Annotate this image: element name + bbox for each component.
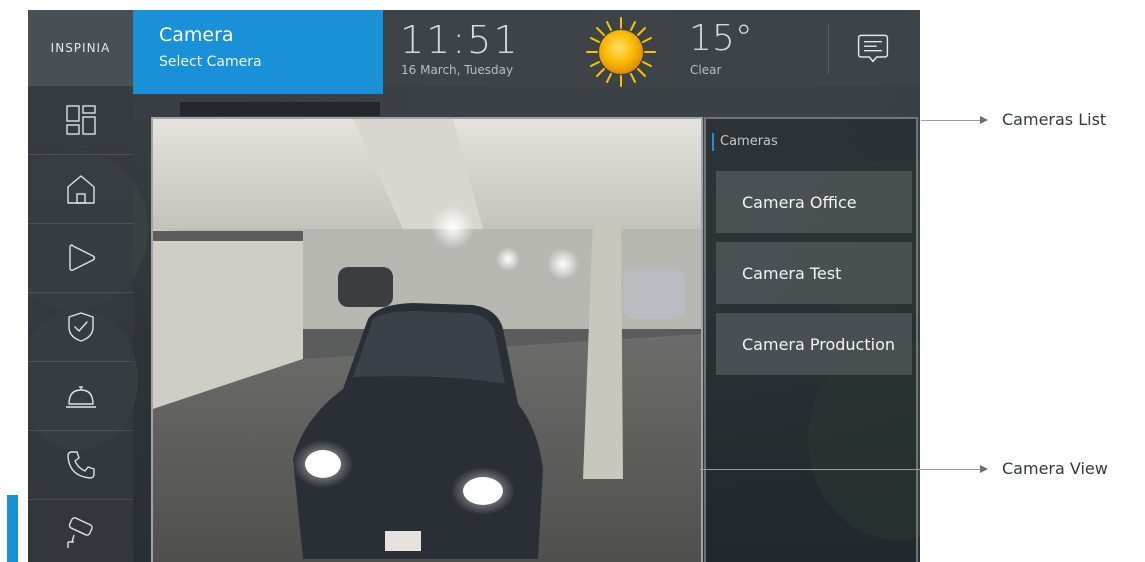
annotation-line-camera-view [700, 469, 981, 470]
page-title-tile: Camera Select Camera [133, 10, 383, 94]
shield-check-icon [67, 312, 94, 342]
sidebar-item-phone[interactable] [28, 430, 133, 499]
home-icon [66, 175, 95, 204]
camera-view[interactable] [151, 117, 703, 562]
sidebar-item-home[interactable] [28, 154, 133, 223]
active-nav-indicator [7, 495, 18, 562]
logo-text: INSPINIA [50, 40, 111, 55]
camera-list-item[interactable]: Camera Production [716, 313, 912, 375]
header: Camera Select Camera 11:51 16 March, Tue… [133, 10, 920, 94]
annotation-line-cameras-list [921, 120, 981, 121]
clock-time: 11:51 [400, 18, 520, 62]
temperature: 15° [689, 18, 753, 59]
messages-button[interactable] [853, 28, 893, 68]
cameras-list-panel: Cameras Camera Office Camera Test Camera… [704, 117, 918, 562]
weather-description: Clear [690, 63, 722, 77]
sidebar-item-security[interactable] [28, 292, 133, 361]
cameras-list-title: Cameras [712, 133, 778, 151]
play-icon [68, 244, 95, 271]
dashboard-icon [65, 105, 96, 135]
page-subtitle: Select Camera [159, 54, 262, 70]
sidebar-item-dashboard[interactable] [28, 85, 133, 154]
sidebar-item-camera[interactable] [28, 499, 133, 562]
message-icon [857, 34, 889, 63]
page-title: Camera [159, 24, 234, 46]
camera-icon [66, 516, 93, 548]
annotation-arrow-camera-view [980, 465, 988, 473]
annotation-cameras-list: Cameras List [1002, 110, 1107, 129]
annotation-camera-view: Camera View [1002, 459, 1108, 478]
camera-tab-shadow [180, 102, 380, 116]
camera-feed [153, 119, 701, 562]
camera-list-item[interactable]: Camera Office [716, 171, 912, 233]
sidebar-item-play[interactable] [28, 223, 133, 292]
annotation-arrow-cameras-list [980, 116, 988, 124]
phone-icon [66, 451, 95, 479]
sun-icon [586, 17, 656, 87]
header-divider [828, 24, 829, 74]
clock-date: 16 March, Tuesday [401, 63, 514, 77]
app-frame: INSPINIA Camera Select Camera 11:51 16 M… [28, 10, 920, 562]
sidebar: INSPINIA [28, 10, 133, 562]
sidebar-item-service[interactable] [28, 361, 133, 430]
logo[interactable]: INSPINIA [28, 10, 133, 85]
service-bell-icon [65, 386, 96, 408]
camera-list-item[interactable]: Camera Test [716, 242, 912, 304]
